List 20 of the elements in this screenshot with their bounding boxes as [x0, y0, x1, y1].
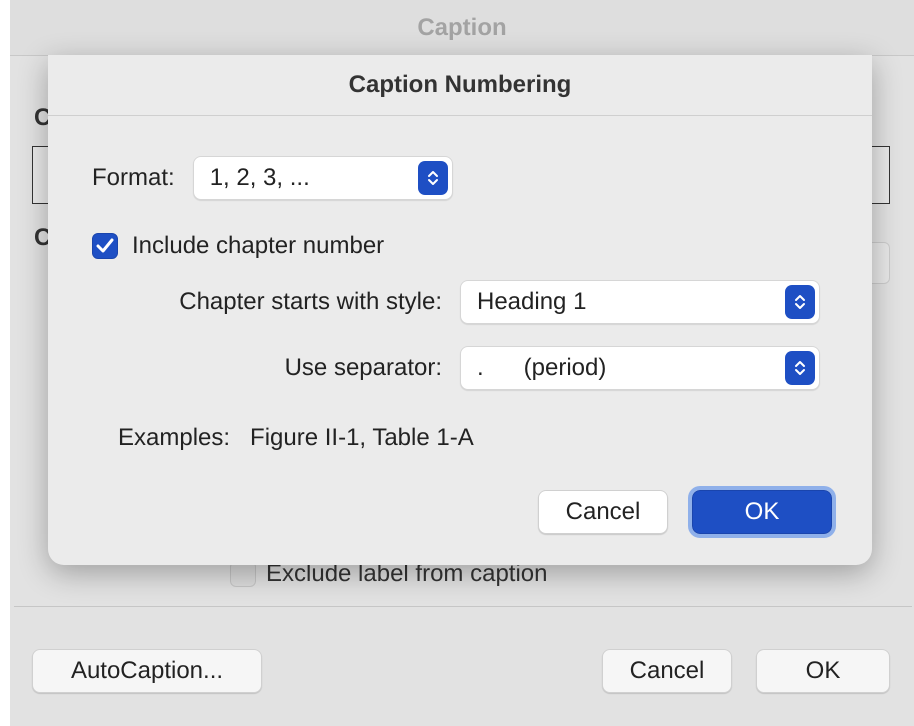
ok-button[interactable]: OK: [756, 649, 890, 693]
autocaption-button[interactable]: AutoCaption...: [32, 649, 262, 693]
format-popup[interactable]: 1, 2, 3, ...: [192, 156, 453, 200]
stepper-icon: [785, 285, 815, 319]
stepper-icon: [418, 161, 448, 195]
examples-text: Figure II-1, Table 1-A: [250, 424, 474, 452]
field-label: Use separator:: [284, 354, 442, 382]
cancel-button[interactable]: Cancel: [602, 649, 732, 693]
checkbox[interactable]: [92, 233, 118, 259]
window-title: Caption: [417, 14, 507, 42]
cancel-button[interactable]: Cancel: [538, 490, 668, 534]
dialog-title: Caption Numbering: [348, 71, 572, 99]
separator-popup[interactable]: . (period): [460, 346, 820, 390]
examples-label: Examples:: [118, 424, 230, 452]
checkbox-label: Exclude label from caption: [266, 560, 548, 588]
style-popup[interactable]: Heading 1: [460, 280, 820, 324]
field-label: Chapter starts with style:: [179, 288, 442, 316]
checkbox-label: Include chapter number: [132, 232, 384, 260]
stepper-icon: [785, 351, 815, 385]
field-label: Format:: [92, 164, 175, 192]
